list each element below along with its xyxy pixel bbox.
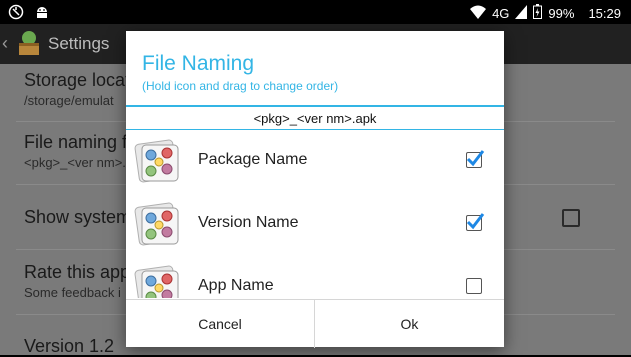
phone-sync-icon [8,4,24,23]
pref-title: Storage locat [24,70,131,90]
app-name-checkbox[interactable] [466,278,482,294]
battery-icon [533,4,543,22]
pref-summary: /storage/emulat [24,93,114,108]
battery-level: 99% [548,5,575,21]
title-divider [126,105,504,107]
page-title: Settings [48,34,110,53]
drag-handle-palette-icon[interactable] [134,200,182,248]
app-logo-icon[interactable] [16,29,42,57]
file-naming-dialog: File Naming (Hold icon and drag to chang… [126,31,504,348]
show-system-checkbox[interactable] [562,209,580,227]
clock: 15:29 [588,5,621,21]
status-bar: 4G 99% 15:29 [0,0,631,24]
pref-rate-app[interactable]: Rate this app Some feedback i [24,262,130,300]
pref-storage-location[interactable]: Storage locat /storage/emulat [24,70,130,108]
cancel-button[interactable]: Cancel [126,300,315,348]
item-label: Package Name [198,151,308,168]
ok-button[interactable]: Ok [315,300,504,348]
back-arrow-icon[interactable]: ‹ [2,33,8,54]
drag-handle-palette-icon[interactable] [134,137,182,185]
dialog-button-bar: Cancel Ok [126,299,504,348]
item-label: App Name [198,277,274,294]
package-name-checkbox[interactable] [466,150,485,168]
pref-summary: Some feedback i [24,285,121,300]
network-type: 4G [492,5,510,21]
pref-title: File naming f [24,132,128,152]
list-item-app-name[interactable]: App Name [126,257,504,298]
drag-handle-palette-icon[interactable] [134,263,182,298]
dialog-subtitle: (Hold icon and drag to change order) [142,79,339,93]
pref-title: Rate this app [24,262,131,282]
version-name-checkbox[interactable] [466,213,485,231]
preview-divider [126,129,504,130]
naming-options-list: Package Name Version Name App Name [126,131,504,298]
pref-title: Show system [24,207,132,227]
list-item-version-name[interactable]: Version Name [126,194,504,257]
item-label: Version Name [198,214,299,231]
pref-show-system[interactable]: Show system [24,207,131,228]
filename-preview: <pkg>_<ver nm>.apk [253,111,377,126]
pref-file-naming[interactable]: File naming f <pkg>_<ver nm>. [24,132,127,170]
list-item-package-name[interactable]: Package Name [126,131,504,194]
dialog-title: File Naming [142,52,255,75]
android-icon [34,4,50,23]
pref-version: Version 1.2 [24,336,114,357]
pref-title: Version 1.2 [24,336,115,356]
pref-summary: <pkg>_<ver nm>. [24,155,126,170]
wifi-icon [470,5,487,22]
signal-icon [515,4,528,22]
